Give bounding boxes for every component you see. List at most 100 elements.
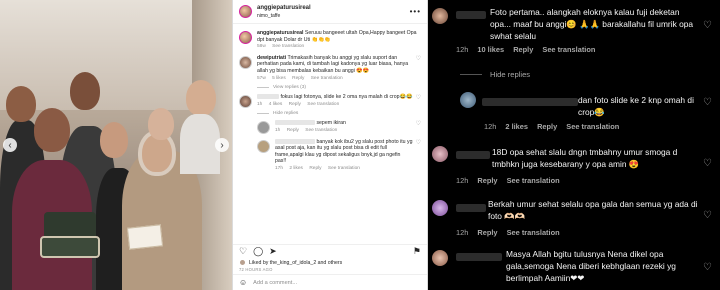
redacted-username	[456, 151, 490, 159]
likes-summary[interactable]: Liked by the_king_of_idola_2 and others	[239, 259, 342, 266]
redacted-username	[275, 120, 315, 126]
cake-stand	[40, 236, 100, 258]
commenter-avatar[interactable]	[432, 250, 448, 266]
see-translation-link[interactable]: See translation	[311, 76, 343, 81]
commenter-avatar[interactable]	[257, 121, 270, 135]
comment-time: 57w	[257, 75, 266, 81]
comment-item: dewiputriati Trimakasih banyak bu anggi …	[239, 55, 421, 82]
comment-time: 12h	[484, 122, 497, 131]
hide-replies-link[interactable]: Hide replies	[257, 111, 421, 116]
like-heart-icon[interactable]: ♡	[413, 120, 421, 134]
view-replies-link[interactable]: View replies (3)	[257, 85, 421, 90]
see-translation-link[interactable]: See translation	[507, 176, 560, 185]
reply-link[interactable]: Reply	[287, 128, 299, 133]
redacted-username	[456, 253, 502, 261]
redacted-username	[456, 11, 486, 19]
comment-username[interactable]: anggiepaturusireal	[257, 30, 303, 36]
commenter-avatar[interactable]	[239, 31, 252, 44]
post-time-ago: 72 HOURS AGO	[239, 267, 273, 272]
like-heart-icon[interactable]: ♡	[703, 97, 712, 108]
comment-likes[interactable]: 5 likes	[272, 76, 286, 81]
like-heart-icon[interactable]: ♡	[239, 246, 247, 257]
reply-link[interactable]: Reply	[477, 228, 497, 237]
commenter-avatar[interactable]	[257, 139, 270, 153]
see-translation-link[interactable]: See translation	[305, 128, 337, 133]
comment-username[interactable]: dewiputriati	[257, 55, 286, 61]
comment-text: Masya Allah bgitu tulusnya Nena dikel op…	[506, 249, 676, 283]
post-location[interactable]: nimo_taffe	[257, 12, 311, 20]
comment-likes[interactable]: 2 likes	[505, 122, 528, 131]
commenter-avatar[interactable]	[432, 8, 448, 24]
commenter-avatar[interactable]	[432, 146, 448, 162]
comment-icon[interactable]: ◯	[253, 246, 263, 257]
person-opa-head	[34, 108, 70, 152]
like-heart-icon[interactable]: ♡	[703, 158, 712, 169]
author-avatar[interactable]	[239, 5, 252, 18]
emoji-icon[interactable]: ☺	[239, 278, 247, 287]
bookmark-icon[interactable]: ⚑	[413, 246, 421, 257]
more-horizontal-icon[interactable]: •••	[410, 7, 421, 16]
see-translation-link[interactable]: See translation	[566, 122, 619, 131]
person-man-back-head	[70, 72, 100, 110]
hide-replies-link[interactable]: Hide replies	[460, 70, 530, 79]
comment-likes[interactable]: 10 likes	[477, 45, 504, 54]
share-icon[interactable]: ➤	[269, 246, 277, 257]
see-translation-link[interactable]: See translation	[307, 102, 339, 107]
instagram-post-panel: anggiepaturusireal nimo_taffe ••• anggie…	[232, 0, 428, 290]
reply-link[interactable]: Reply	[289, 102, 301, 107]
likes-text: Liked by the_king_of_idola_2 and others	[249, 259, 343, 266]
like-heart-icon[interactable]: ♡	[413, 94, 421, 108]
comment-text: fokus lagi fotonya, slide ke 2 oma nya m…	[280, 94, 413, 101]
see-translation-link[interactable]: See translation	[542, 45, 595, 54]
comment-meta: 12h 2 likes Reply See translation	[484, 122, 626, 131]
comment-text: 18D opa sehat slalu dngn tmbahny umur sm…	[492, 147, 678, 169]
commenter-avatar[interactable]	[239, 95, 252, 109]
like-heart-icon[interactable]: ♡	[413, 55, 421, 82]
comment-meta: 12h Reply See translation	[456, 176, 567, 185]
reply-link[interactable]: Reply	[309, 166, 321, 171]
comment-list: anggiepaturusireal Seruuu bangeeet ultah…	[233, 24, 427, 242]
commenter-avatar[interactable]	[239, 55, 252, 69]
like-heart-icon[interactable]: ♡	[413, 139, 421, 173]
person-child-head	[186, 80, 216, 116]
comment-likes[interactable]: 4 likes	[269, 102, 283, 107]
redacted-username	[456, 204, 486, 212]
comment-item: fokus lagi fotonya, slide ke 2 oma nya m…	[239, 94, 421, 109]
commenter-avatar[interactable]	[460, 92, 476, 108]
post-header: anggiepaturusireal nimo_taffe •••	[233, 0, 427, 24]
person-child	[180, 114, 220, 174]
comment-time: 12h	[456, 176, 469, 185]
redacted-username	[257, 94, 279, 100]
add-comment-input[interactable]: Add a comment...	[253, 280, 297, 286]
comment-item: anggiepaturusireal Seruuu bangeeet ultah…	[239, 30, 421, 51]
comment-time: 1h	[257, 101, 263, 107]
person-left-head	[6, 86, 36, 122]
person-girl-head	[100, 122, 128, 158]
carousel-next-icon[interactable]: ›	[215, 138, 229, 152]
comment-time: 1h	[275, 127, 281, 133]
reply-link[interactable]: Reply	[513, 45, 533, 54]
commenter-avatar[interactable]	[432, 200, 448, 216]
dark-comments-panel: Foto pertama.. alangkah eloknya kalau fu…	[428, 0, 720, 290]
like-heart-icon[interactable]: ♡	[703, 20, 712, 31]
post-photo[interactable]: ‹ ›	[0, 0, 232, 290]
author-username[interactable]: anggiepaturusireal	[257, 4, 311, 12]
reply-link[interactable]: Reply	[292, 76, 304, 81]
add-comment-bar[interactable]: ☺ Add a comment...	[233, 274, 427, 290]
comment-meta: 12h 10 likes Reply See translation	[456, 45, 602, 54]
comment-time: 12h	[456, 228, 469, 237]
comment-likes[interactable]: 2 likes	[289, 166, 303, 171]
carousel-prev-icon[interactable]: ‹	[3, 138, 17, 152]
reply-link[interactable]: Reply	[537, 122, 557, 131]
reply-link[interactable]: Reply	[477, 176, 497, 185]
comment-text: dan foto slide ke 2 knp omah di crop😂	[578, 95, 694, 117]
like-heart-icon[interactable]: ♡	[703, 262, 712, 273]
post-action-bar: ♡ ◯ ➤ ⚑	[233, 244, 427, 258]
redacted-username	[275, 138, 315, 144]
person-woman-back-head	[148, 108, 174, 140]
see-translation-link[interactable]: See translation	[328, 166, 360, 171]
like-heart-icon[interactable]: ♡	[703, 210, 712, 221]
comment-time: 17h	[275, 165, 284, 171]
see-translation-link[interactable]: See translation	[272, 44, 304, 49]
see-translation-link[interactable]: See translation	[507, 228, 560, 237]
